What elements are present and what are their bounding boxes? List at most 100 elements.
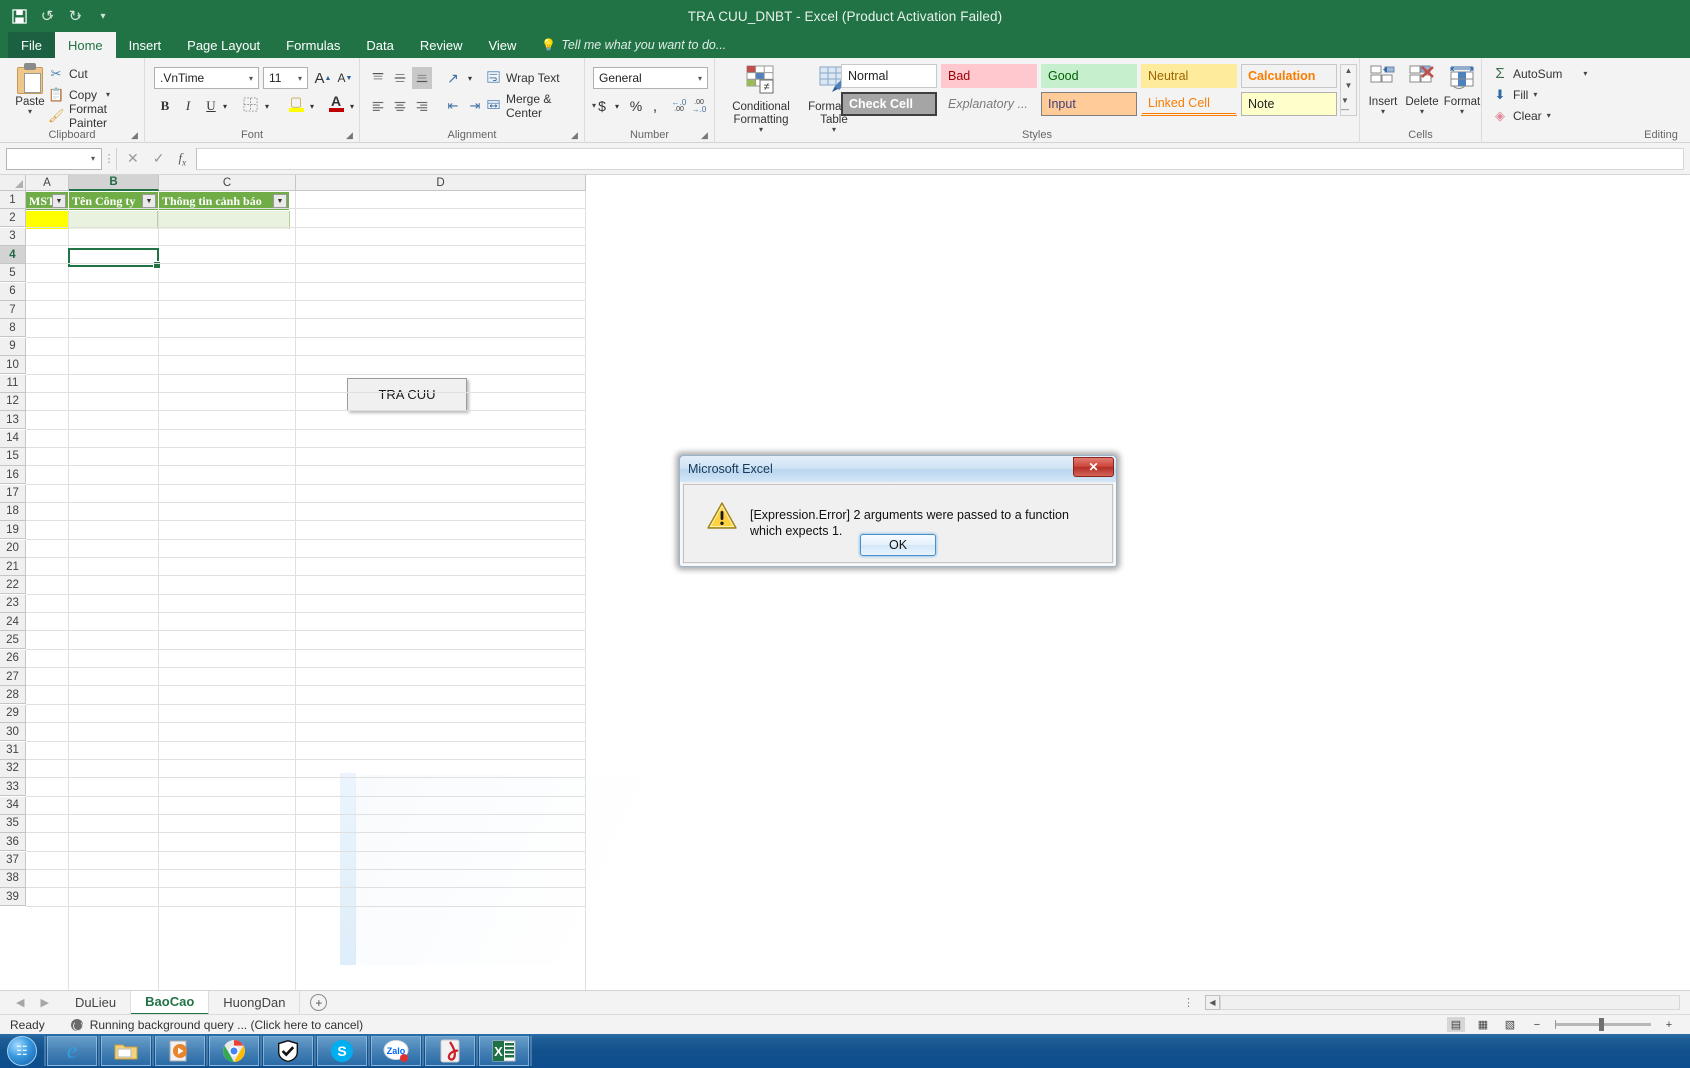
scroll-down-icon[interactable]: ▼ [1345, 81, 1353, 90]
row-header-11[interactable]: 11 [0, 375, 26, 393]
tab-review[interactable]: Review [407, 32, 476, 58]
font-color-dropdown[interactable]: ▾ [346, 95, 358, 117]
sheet-resize-handle[interactable]: ⋮ [1183, 996, 1195, 1009]
orientation-button[interactable]: ↗ [442, 67, 464, 89]
paste-button[interactable]: Paste ▾ [8, 63, 52, 125]
background-query-status[interactable]: Running background query ... (Click here… [71, 1018, 363, 1032]
sheet-tab-baocao[interactable]: BaoCao [131, 991, 209, 1015]
autosum-button[interactable]: Σ AutoSum ▾ [1492, 64, 1587, 83]
zoom-slider-thumb[interactable] [1599, 1018, 1604, 1031]
row-header-6[interactable]: 6 [0, 283, 26, 301]
fill-color-button[interactable]: ▢ [285, 92, 307, 114]
horizontal-scrollbar[interactable] [1220, 995, 1680, 1010]
row-header-33[interactable]: 33 [0, 778, 26, 796]
align-center-button[interactable] [390, 95, 410, 117]
tab-formulas[interactable]: Formulas [273, 32, 353, 58]
normal-view-icon[interactable]: ▤ [1447, 1017, 1465, 1032]
tab-view[interactable]: View [475, 32, 529, 58]
taskbar-google-chrome[interactable] [209, 1036, 259, 1066]
cell-style-note[interactable]: Note [1241, 92, 1337, 116]
row-header-39[interactable]: 39 [0, 888, 26, 906]
close-icon[interactable]: ✕ [1073, 457, 1114, 477]
taskbar-file-explorer[interactable] [101, 1036, 151, 1066]
insert-cells-button[interactable]: Insert ▾ [1364, 64, 1402, 115]
row-header-35[interactable]: 35 [0, 815, 26, 833]
number-format-select[interactable]: General ▾ [593, 67, 708, 89]
decrease-indent-button[interactable]: ⇤ [442, 95, 464, 117]
select-all-corner[interactable] [0, 175, 26, 191]
row-header-37[interactable]: 37 [0, 852, 26, 870]
tab-home[interactable]: Home [55, 32, 116, 58]
number-dialog-launcher[interactable]: ◢ [701, 130, 711, 140]
font-dialog-launcher[interactable]: ◢ [346, 130, 356, 140]
taskbar-adobe-reader[interactable] [425, 1036, 475, 1066]
taskbar-media-player[interactable] [155, 1036, 205, 1066]
wrap-text-button[interactable]: Wrap Text [486, 67, 581, 89]
cell-style-input[interactable]: Input [1041, 92, 1137, 116]
row-header-24[interactable]: 24 [0, 613, 26, 631]
row-header-10[interactable]: 10 [0, 356, 26, 374]
error-dialog[interactable]: Microsoft Excel ✕ [Expression.Error] 2 a… [679, 455, 1117, 567]
bold-button[interactable]: B [155, 95, 175, 117]
alignment-dialog-launcher[interactable]: ◢ [571, 130, 581, 140]
name-box[interactable]: ▾ [6, 148, 102, 170]
confirm-icon[interactable]: ✓ [153, 150, 165, 167]
chevron-down-icon[interactable]: ▾ [1533, 92, 1537, 98]
row-header-16[interactable]: 16 [0, 466, 26, 484]
decrease-decimal-button[interactable]: ←.0 .00 [669, 95, 689, 117]
row-header-23[interactable]: 23 [0, 595, 26, 613]
column-header-d[interactable]: D [296, 175, 586, 191]
borders-button[interactable] [239, 95, 261, 117]
chevron-down-icon[interactable]: ▾ [1381, 109, 1385, 115]
row-header-21[interactable]: 21 [0, 558, 26, 576]
row-header-4[interactable]: 4 [0, 246, 26, 264]
row-header-12[interactable]: 12 [0, 393, 26, 411]
row-header-38[interactable]: 38 [0, 870, 26, 888]
borders-dropdown[interactable]: ▾ [261, 95, 273, 117]
underline-button[interactable]: U [201, 95, 221, 117]
row-header-34[interactable]: 34 [0, 797, 26, 815]
font-color-button[interactable]: A [325, 92, 347, 114]
scroll-left-icon[interactable]: ◀ [1205, 995, 1220, 1010]
row-header-22[interactable]: 22 [0, 576, 26, 594]
zoom-out-icon[interactable]: − [1528, 1017, 1546, 1032]
fill-button[interactable]: ⬇ Fill ▾ [1492, 85, 1537, 104]
row-header-2[interactable]: 2 [0, 209, 26, 227]
tab-page-layout[interactable]: Page Layout [174, 32, 273, 58]
row-header-5[interactable]: 5 [0, 264, 26, 282]
orientation-dropdown[interactable]: ▾ [464, 67, 476, 89]
conditional-formatting-button[interactable]: ≠ Conditional Formatting ▾ [725, 64, 797, 133]
horizontal-scroll-zone[interactable]: ⋮ ◀ [1183, 990, 1680, 1014]
cell-style-calculation[interactable]: Calculation [1241, 64, 1337, 88]
format-painter-button[interactable]: 🖌 Format Painter [48, 106, 144, 125]
shrink-font-button[interactable]: A▼ [335, 67, 355, 89]
next-sheet-icon[interactable]: ▶ [40, 996, 48, 1009]
row-header-19[interactable]: 19 [0, 521, 26, 539]
row-header-31[interactable]: 31 [0, 742, 26, 760]
row-header-7[interactable]: 7 [0, 301, 26, 319]
cell-style-check-cell[interactable]: Check Cell [841, 92, 937, 116]
sheet-tab-dulieu[interactable]: DuLieu [61, 991, 131, 1015]
chevron-down-icon[interactable]: ▾ [1583, 71, 1587, 77]
tab-file[interactable]: File [8, 32, 55, 58]
row-header-29[interactable]: 29 [0, 705, 26, 723]
previous-sheet-icon[interactable]: ◀ [16, 996, 24, 1009]
row-header-17[interactable]: 17 [0, 485, 26, 503]
cell-style-bad[interactable]: Bad [941, 64, 1037, 88]
cancel-icon[interactable]: ✕ [127, 150, 139, 167]
chevron-down-icon[interactable]: ▾ [1547, 113, 1551, 119]
row-header-32[interactable]: 32 [0, 760, 26, 778]
column-header-c[interactable]: C [159, 175, 296, 191]
row-header-20[interactable]: 20 [0, 540, 26, 558]
align-middle-button[interactable] [390, 67, 410, 89]
row-header-25[interactable]: 25 [0, 631, 26, 649]
column-header-a[interactable]: A [26, 175, 69, 191]
filter-dropdown-ten-cong-ty[interactable]: ▼ [142, 194, 156, 208]
cell-style-good[interactable]: Good [1041, 64, 1137, 88]
row-header-27[interactable]: 27 [0, 668, 26, 686]
page-layout-view-icon[interactable]: ▦ [1474, 1017, 1492, 1032]
currency-dropdown[interactable]: ▾ [611, 95, 623, 117]
chevron-down-icon[interactable]: ▾ [28, 109, 32, 115]
table-header-thong-tin-canh-bao[interactable]: Thông tin cảnh báo [159, 192, 290, 210]
row-header-3[interactable]: 3 [0, 228, 26, 246]
